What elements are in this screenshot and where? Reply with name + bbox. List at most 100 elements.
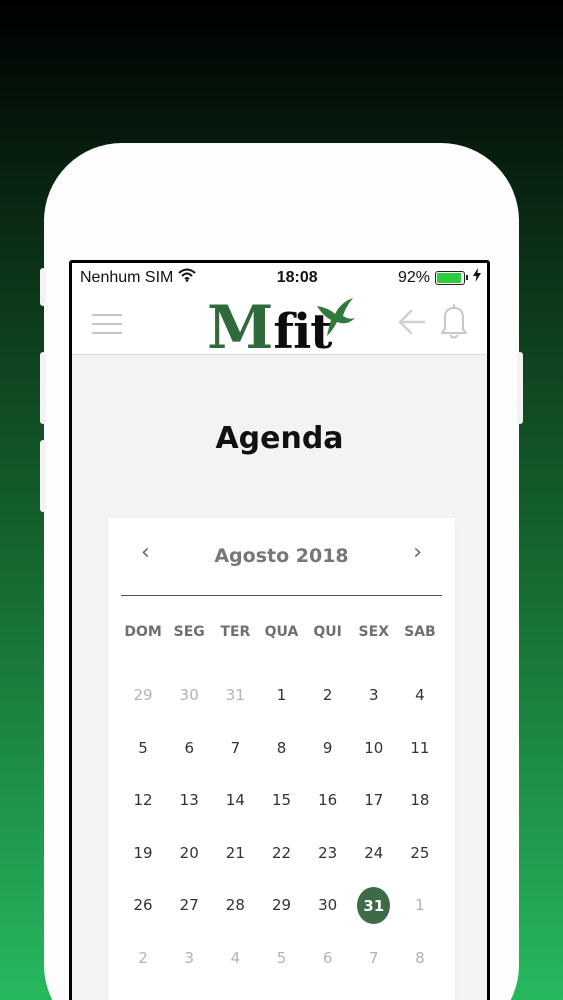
wifi-icon bbox=[178, 268, 197, 287]
calendar-day-label: 30 bbox=[179, 686, 199, 704]
menu-icon bbox=[92, 314, 122, 334]
calendar-day-label: 28 bbox=[225, 896, 245, 915]
calendar-day[interactable]: 2 bbox=[120, 941, 166, 994]
calendar-day[interactable]: 1 bbox=[397, 888, 443, 941]
calendar-day-label: 11 bbox=[410, 738, 430, 757]
calendar-day-label: 23 bbox=[318, 843, 338, 862]
calendar-day[interactable]: 9 bbox=[305, 731, 351, 784]
calendar-day[interactable]: 3 bbox=[166, 941, 212, 994]
calendar-day-label: 24 bbox=[364, 843, 384, 862]
calendar-day[interactable]: 13 bbox=[166, 783, 212, 836]
phone-side-button-volume-down bbox=[40, 440, 46, 512]
calendar-day-label: 30 bbox=[318, 896, 338, 915]
calendar-day[interactable]: 24 bbox=[351, 836, 397, 889]
calendar-day-label: 12 bbox=[133, 791, 153, 810]
calendar-day[interactable]: 15 bbox=[258, 783, 304, 836]
calendar-day[interactable]: 8 bbox=[258, 731, 304, 784]
calendar-day-label: 27 bbox=[179, 896, 199, 915]
calendar-day-label: 17 bbox=[364, 791, 384, 810]
calendar-day-label: 4 bbox=[230, 948, 241, 967]
page-title: Agenda bbox=[215, 421, 344, 456]
bird-logo-icon bbox=[315, 298, 355, 342]
calendar-day-selected[interactable]: 31 bbox=[351, 887, 397, 941]
calendar-day[interactable]: 27 bbox=[166, 888, 212, 941]
charging-bolt-icon bbox=[472, 268, 481, 287]
calendar-day[interactable]: 7 bbox=[351, 941, 397, 994]
calendar-day[interactable]: 30 bbox=[166, 678, 212, 731]
calendar-day[interactable]: 22 bbox=[258, 836, 304, 889]
back-arrow-icon bbox=[398, 309, 426, 340]
calendar-day[interactable]: 12 bbox=[120, 783, 166, 836]
calendar-day[interactable]: 6 bbox=[305, 941, 351, 994]
battery-percent: 92% bbox=[397, 268, 430, 286]
weekday-header: TER bbox=[220, 624, 251, 640]
calendar-day[interactable]: 19 bbox=[120, 836, 166, 889]
calendar-day[interactable]: 29 bbox=[120, 678, 166, 731]
weekday-header: SEX bbox=[358, 624, 389, 640]
calendar-day[interactable]: 4 bbox=[397, 678, 443, 731]
calendar-day-label: 2 bbox=[138, 948, 148, 967]
calendar-day[interactable]: 5 bbox=[258, 941, 304, 994]
calendar-day-label: 10 bbox=[364, 738, 384, 757]
calendar-day[interactable]: 3 bbox=[351, 678, 397, 731]
calendar-day-label: 6 bbox=[184, 738, 194, 757]
calendar-month-label: Agosto 2018 bbox=[214, 545, 349, 567]
calendar-day[interactable]: 18 bbox=[397, 783, 443, 836]
calendar-day-label: 21 bbox=[225, 843, 245, 862]
back-button[interactable] bbox=[398, 308, 426, 340]
calendar-day[interactable]: 26 bbox=[120, 888, 166, 941]
calendar-day[interactable]: 25 bbox=[397, 836, 443, 889]
calendar-day[interactable]: 7 bbox=[212, 731, 258, 784]
calendar-day-label: 15 bbox=[271, 791, 292, 810]
calendar-day[interactable]: 29 bbox=[258, 888, 304, 941]
battery-icon bbox=[434, 270, 468, 285]
calendar-day[interactable]: 23 bbox=[305, 836, 351, 889]
calendar-day-label: 1 bbox=[276, 686, 287, 704]
calendar-day-label: 3 bbox=[184, 948, 194, 967]
calendar-day[interactable]: 28 bbox=[212, 888, 258, 941]
calendar-day[interactable]: 4 bbox=[212, 941, 258, 994]
calendar-day[interactable]: 11 bbox=[397, 731, 443, 784]
calendar-day[interactable]: 20 bbox=[166, 836, 212, 889]
phone-side-button-mute bbox=[40, 268, 46, 306]
calendar-day-label: 29 bbox=[133, 686, 153, 704]
calendar-day-label: 20 bbox=[179, 843, 199, 862]
calendar-card: ‹ Agosto 2018 › DOM SEG TER QUA QUI SEX SAB 29… bbox=[108, 518, 455, 1000]
calendar-day[interactable]: 2 bbox=[305, 678, 351, 731]
bell-icon bbox=[440, 304, 468, 345]
calendar-weekdays: DOM SEG TER QUA QUI SEX SAB bbox=[120, 621, 443, 665]
app-screen: Nenhum SIM 18:08 92% M fit Agenda ‹ Agos… bbox=[72, 263, 487, 1000]
status-bar: Nenhum SIM 18:08 92% bbox=[72, 263, 487, 292]
calendar-day[interactable]: 6 bbox=[166, 731, 212, 784]
calendar-day[interactable]: 5 bbox=[120, 731, 166, 784]
calendar-day-label: 5 bbox=[276, 948, 287, 967]
calendar-day-label: 3 bbox=[369, 686, 379, 704]
calendar-day-label: 19 bbox=[133, 843, 153, 862]
calendar-day[interactable]: 30 bbox=[305, 888, 351, 941]
mfit-logo: M fit bbox=[207, 296, 355, 358]
calendar-day-label: 8 bbox=[276, 738, 287, 757]
menu-button[interactable] bbox=[92, 314, 122, 341]
weekday-header: QUA bbox=[264, 624, 299, 640]
status-right: 92% bbox=[398, 268, 481, 287]
calendar-day[interactable]: 10 bbox=[351, 731, 397, 784]
calendar-day[interactable]: 17 bbox=[351, 783, 397, 836]
calendar-day[interactable]: 1 bbox=[258, 678, 304, 731]
calendar-day-label: 26 bbox=[133, 896, 153, 915]
calendar-day-label: 25 bbox=[410, 843, 430, 862]
carrier-label: Nenhum SIM bbox=[80, 268, 174, 286]
phone-side-button-power bbox=[517, 352, 523, 424]
notifications-button[interactable] bbox=[440, 303, 468, 345]
calendar-day-label: 31 bbox=[225, 686, 245, 704]
calendar-day[interactable]: 14 bbox=[212, 783, 258, 836]
chevron-right-icon[interactable]: › bbox=[413, 540, 422, 565]
top-navbar: M fit bbox=[72, 292, 487, 358]
status-time: 18:08 bbox=[276, 268, 318, 286]
calendar-day[interactable]: 21 bbox=[212, 836, 258, 889]
calendar-day[interactable]: 8 bbox=[397, 941, 443, 994]
calendar-day-label: 8 bbox=[415, 948, 425, 967]
calendar-day[interactable]: 16 bbox=[305, 783, 351, 836]
calendar-day-label: 4 bbox=[415, 686, 425, 704]
calendar-day[interactable]: 31 bbox=[212, 678, 258, 731]
calendar-day-label: 9 bbox=[322, 738, 333, 757]
